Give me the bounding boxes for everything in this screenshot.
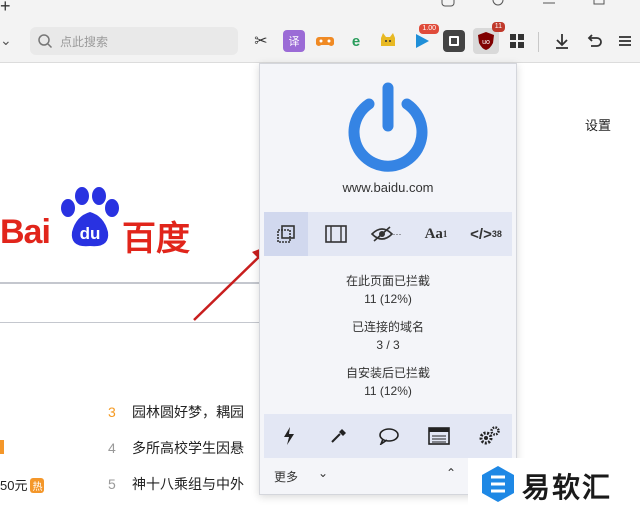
watermark-logo-icon (482, 466, 514, 502)
hot-rank: 5 (108, 476, 116, 492)
hot-title: 园林圆好梦，耦园 (132, 404, 244, 420)
eyedropper-icon[interactable] (314, 414, 364, 458)
search-placeholder: 点此搜索 (60, 35, 109, 49)
undo-icon[interactable] (583, 30, 605, 52)
logger-icon[interactable] (414, 414, 464, 458)
comment-icon[interactable] (364, 414, 414, 458)
scissors-icon[interactable]: ✂ (250, 30, 272, 52)
hot-list-item[interactable]: 4 多所高校学生因悬 (108, 438, 244, 458)
script-count: 38 (491, 229, 502, 239)
maximize-icon[interactable] (590, 0, 610, 8)
ublock-popup: www.baidu.com ··· Aa 1 </> 38 在此页面已拦截 11 (… (259, 63, 517, 495)
settings-link[interactable]: 设置 (585, 115, 611, 134)
ublock-badge: 11 (491, 22, 505, 32)
cat-icon[interactable] (377, 30, 399, 52)
watermark-text: 易软汇 (522, 472, 613, 503)
chevron-down-icon[interactable]: ⌄ (0, 32, 12, 49)
search-input[interactable]: 点此搜索 (30, 27, 238, 55)
translate-icon[interactable]: 译 (283, 30, 305, 52)
minimize-icon[interactable] (540, 0, 560, 8)
ublock-logo-text: uo (482, 39, 490, 46)
play-icon[interactable]: 1.00 (411, 24, 439, 52)
blocked-since-install-label: 自安装后已拦截 (345, 366, 430, 380)
script-label: </> (470, 225, 492, 243)
hot-list-item[interactable]: 5 神十八乘组与中外 (108, 474, 244, 494)
domains-connected-value: 3 / 3 (376, 338, 400, 352)
gamepad-icon[interactable] (314, 30, 336, 52)
hot-rank: 4 (108, 440, 116, 456)
search-icon (38, 34, 53, 49)
popup-tools-row: ··· Aa 1 </> 38 (264, 212, 512, 256)
baidu-du-text: du (80, 224, 101, 243)
chevron-up-icon[interactable]: ⌃ (446, 466, 456, 480)
tab-strip: + (0, 0, 640, 22)
play-badge: 1.00 (419, 24, 439, 34)
cosmetic-count: ··· (392, 229, 402, 239)
menu-icon[interactable] (614, 30, 636, 52)
power-toggle-icon[interactable] (343, 82, 433, 172)
blocked-on-page-label: 在此页面已拦截 (345, 274, 430, 288)
settings-gears-icon[interactable] (464, 414, 514, 458)
font-label: Aa (424, 225, 443, 242)
popup-hostname: www.baidu.com (342, 180, 434, 195)
tab-icon[interactable] (488, 0, 508, 8)
price-text: 50元 (0, 478, 28, 493)
hot-title: 多所高校学生因悬 (132, 440, 244, 456)
baidu-logo-text: Bai (0, 213, 51, 251)
blocked-since-install-value: 11 (12%) (364, 384, 412, 398)
blocked-on-page-value: 11 (12%) (364, 292, 412, 306)
domains-connected-label: 已连接的域名 (351, 320, 424, 334)
hot-title: 神十八乘组与中外 (132, 476, 244, 492)
book-icon[interactable] (443, 30, 465, 52)
watermark: 易软汇 (468, 458, 640, 512)
tab-icon[interactable] (440, 0, 460, 8)
script-icon[interactable]: </> 38 (464, 212, 508, 256)
toolbar-divider (538, 32, 539, 52)
download-icon[interactable] (551, 30, 573, 52)
edge-icon[interactable]: e (345, 30, 367, 52)
media-icon[interactable] (314, 212, 358, 256)
baidu-cn-text: 百度 (122, 220, 190, 258)
hot-list-item[interactable]: 3 园林圆好梦，耦园 (108, 402, 244, 422)
new-tab-button[interactable]: + (0, 0, 11, 17)
font-icon[interactable]: Aa 1 (414, 212, 458, 256)
left-list-item[interactable]: 50元热 (0, 475, 45, 494)
lightning-icon[interactable] (264, 414, 314, 458)
hot-badge: 热 (30, 478, 45, 493)
chevron-down-icon[interactable]: ⌄ (318, 466, 328, 480)
baidu-paw-icon: du (61, 187, 119, 247)
popup-bottom-tools (264, 414, 512, 458)
ublock-icon[interactable]: uo 11 (473, 22, 505, 54)
more-button[interactable]: 更多 (274, 468, 298, 485)
cosmetic-filter-icon[interactable]: ··· (364, 212, 408, 256)
hot-rank: 3 (108, 404, 116, 420)
element-picker-icon[interactable] (264, 212, 308, 256)
browser-toolbar: ⌄ 点此搜索 ✂ 译 e 1.00 uo 11 (0, 22, 640, 63)
apps-grid-icon[interactable] (506, 30, 528, 52)
hot-tag-fragment (0, 440, 4, 454)
font-count: 1 (442, 229, 448, 239)
